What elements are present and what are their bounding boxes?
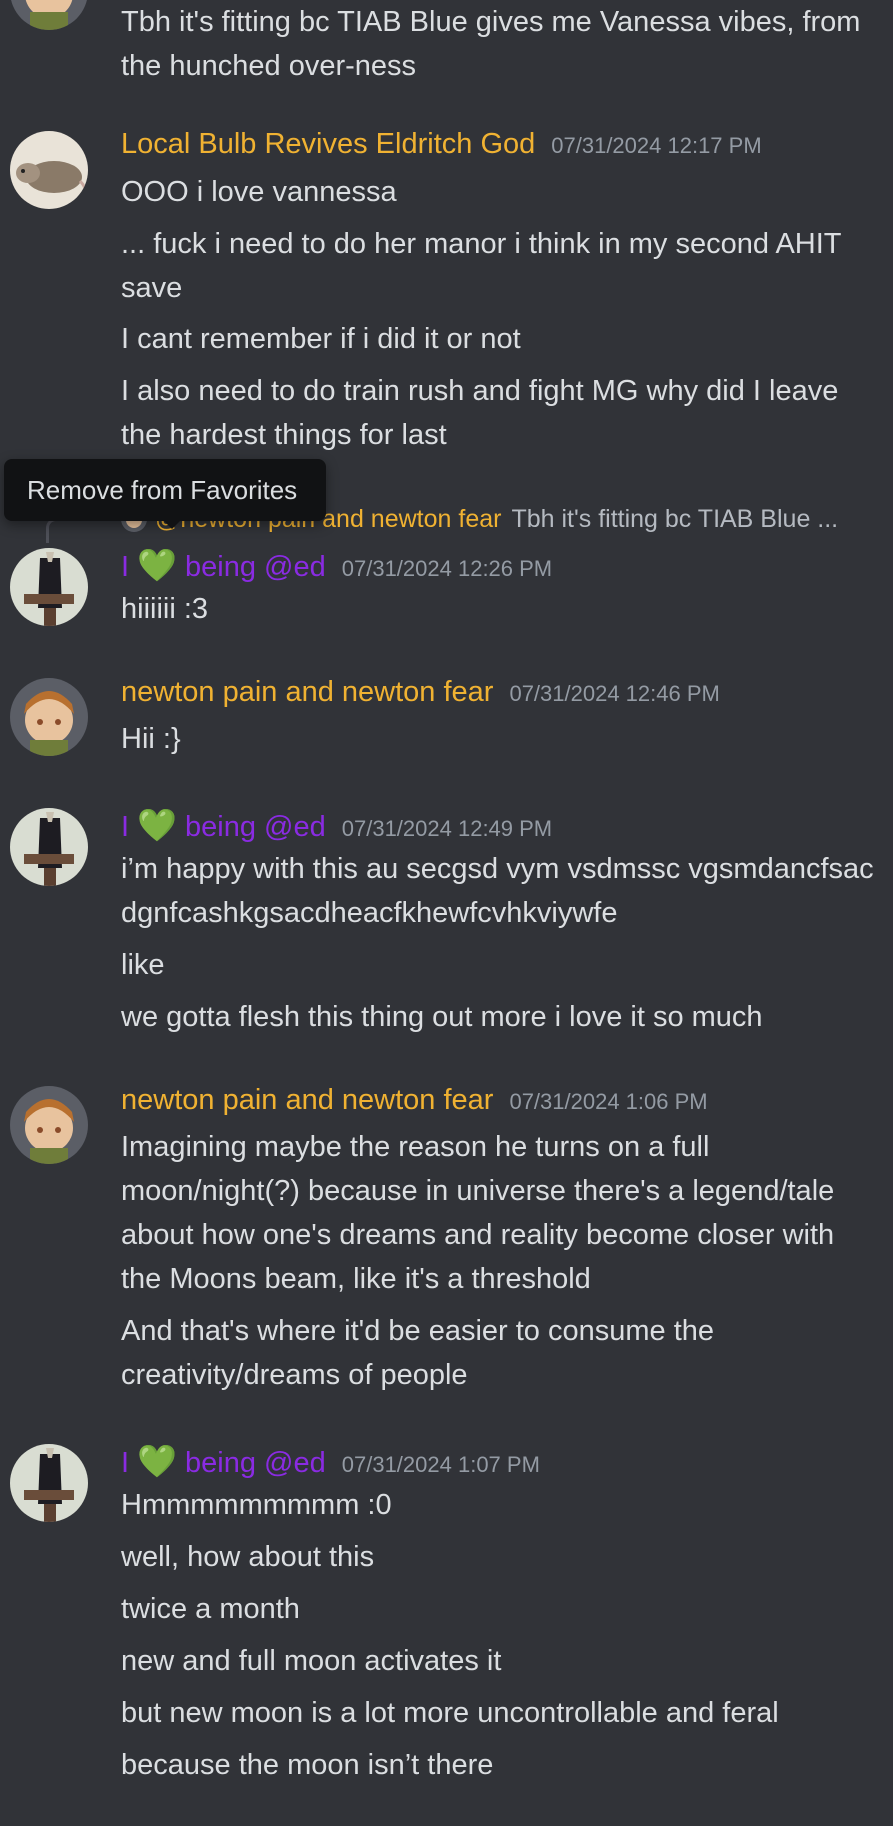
avatar-newton[interactable] bbox=[10, 0, 88, 30]
green-heart-icon: 💚 bbox=[137, 547, 177, 583]
favorites-tooltip: Remove from Favorites bbox=[4, 459, 326, 521]
message-text: hiiiiii :3 bbox=[121, 593, 209, 625]
message-header: I 💚 being @ed 07/31/2024 12:49 PM bbox=[121, 806, 552, 846]
timestamp[interactable]: 07/31/2024 12:46 PM bbox=[509, 681, 719, 707]
avatar-opossum[interactable] bbox=[10, 131, 88, 209]
username[interactable]: I 💚 being @ed bbox=[121, 806, 326, 844]
message-text: Hii :} bbox=[121, 723, 181, 755]
message-text: Imagining maybe the reason he turns on a… bbox=[121, 1131, 835, 1295]
message-text: Tbh it's fitting bc TIAB Blue gives me V… bbox=[121, 6, 861, 82]
message-text: i’m happy with this au secgsd vym vsdmss… bbox=[121, 853, 874, 929]
username[interactable]: I 💚 being @ed bbox=[121, 546, 326, 584]
message-header: I 💚 being @ed 07/31/2024 1:07 PM bbox=[121, 1442, 540, 1482]
timestamp[interactable]: 07/31/2024 12:17 PM bbox=[551, 133, 761, 159]
timestamp[interactable]: 07/31/2024 12:49 PM bbox=[342, 816, 552, 842]
message-text: we gotta flesh this thing out more i lov… bbox=[121, 1001, 763, 1033]
message-header: newton pain and newton fear 07/31/2024 1… bbox=[121, 676, 720, 716]
green-heart-icon: 💚 bbox=[137, 807, 177, 843]
message-text: new and full moon activates it bbox=[121, 1645, 502, 1677]
username[interactable]: I 💚 being @ed bbox=[121, 1442, 326, 1480]
message-text: well, how about this bbox=[121, 1541, 375, 1573]
message-text: but new moon is a lot more uncontrollabl… bbox=[121, 1697, 779, 1729]
message-text: I cant remember if i did it or not bbox=[121, 323, 521, 355]
message-text: OOO i love vannessa bbox=[121, 176, 397, 208]
avatar-newton[interactable] bbox=[10, 678, 88, 756]
green-heart-icon: 💚 bbox=[137, 1443, 177, 1479]
timestamp[interactable]: 07/31/2024 1:06 PM bbox=[509, 1089, 707, 1115]
message-text: twice a month bbox=[121, 1593, 300, 1625]
username[interactable]: newton pain and newton fear bbox=[121, 676, 493, 709]
reply-preview[interactable]: Tbh it's fitting bc TIAB Blue ... bbox=[511, 505, 838, 534]
message-text: ... fuck i need to do her manor i think … bbox=[121, 228, 841, 304]
message-header: newton pain and newton fear 07/31/2024 1… bbox=[121, 1084, 708, 1124]
message-text: like bbox=[121, 949, 165, 981]
message-text: because the moon isn’t there bbox=[121, 1749, 494, 1781]
tooltip-arrow bbox=[162, 519, 182, 529]
avatar-knight[interactable] bbox=[10, 1444, 88, 1522]
avatar-knight[interactable] bbox=[10, 808, 88, 886]
message-text: Hmmmmmmmmm :0 bbox=[121, 1489, 392, 1521]
username[interactable]: newton pain and newton fear bbox=[121, 1084, 493, 1117]
avatar-newton[interactable] bbox=[10, 1086, 88, 1164]
username[interactable]: Local Bulb Revives Eldritch God bbox=[121, 128, 535, 161]
reply-spine bbox=[46, 518, 117, 543]
message-text: I also need to do train rush and fight M… bbox=[121, 375, 839, 451]
message-header: Local Bulb Revives Eldritch God 07/31/20… bbox=[121, 128, 762, 168]
message-header: I 💚 being @ed 07/31/2024 12:26 PM bbox=[121, 546, 552, 586]
avatar-knight[interactable] bbox=[10, 548, 88, 626]
timestamp[interactable]: 07/31/2024 1:07 PM bbox=[342, 1452, 540, 1478]
timestamp[interactable]: 07/31/2024 12:26 PM bbox=[342, 556, 552, 582]
message-text: And that's where it'd be easier to consu… bbox=[121, 1315, 715, 1391]
